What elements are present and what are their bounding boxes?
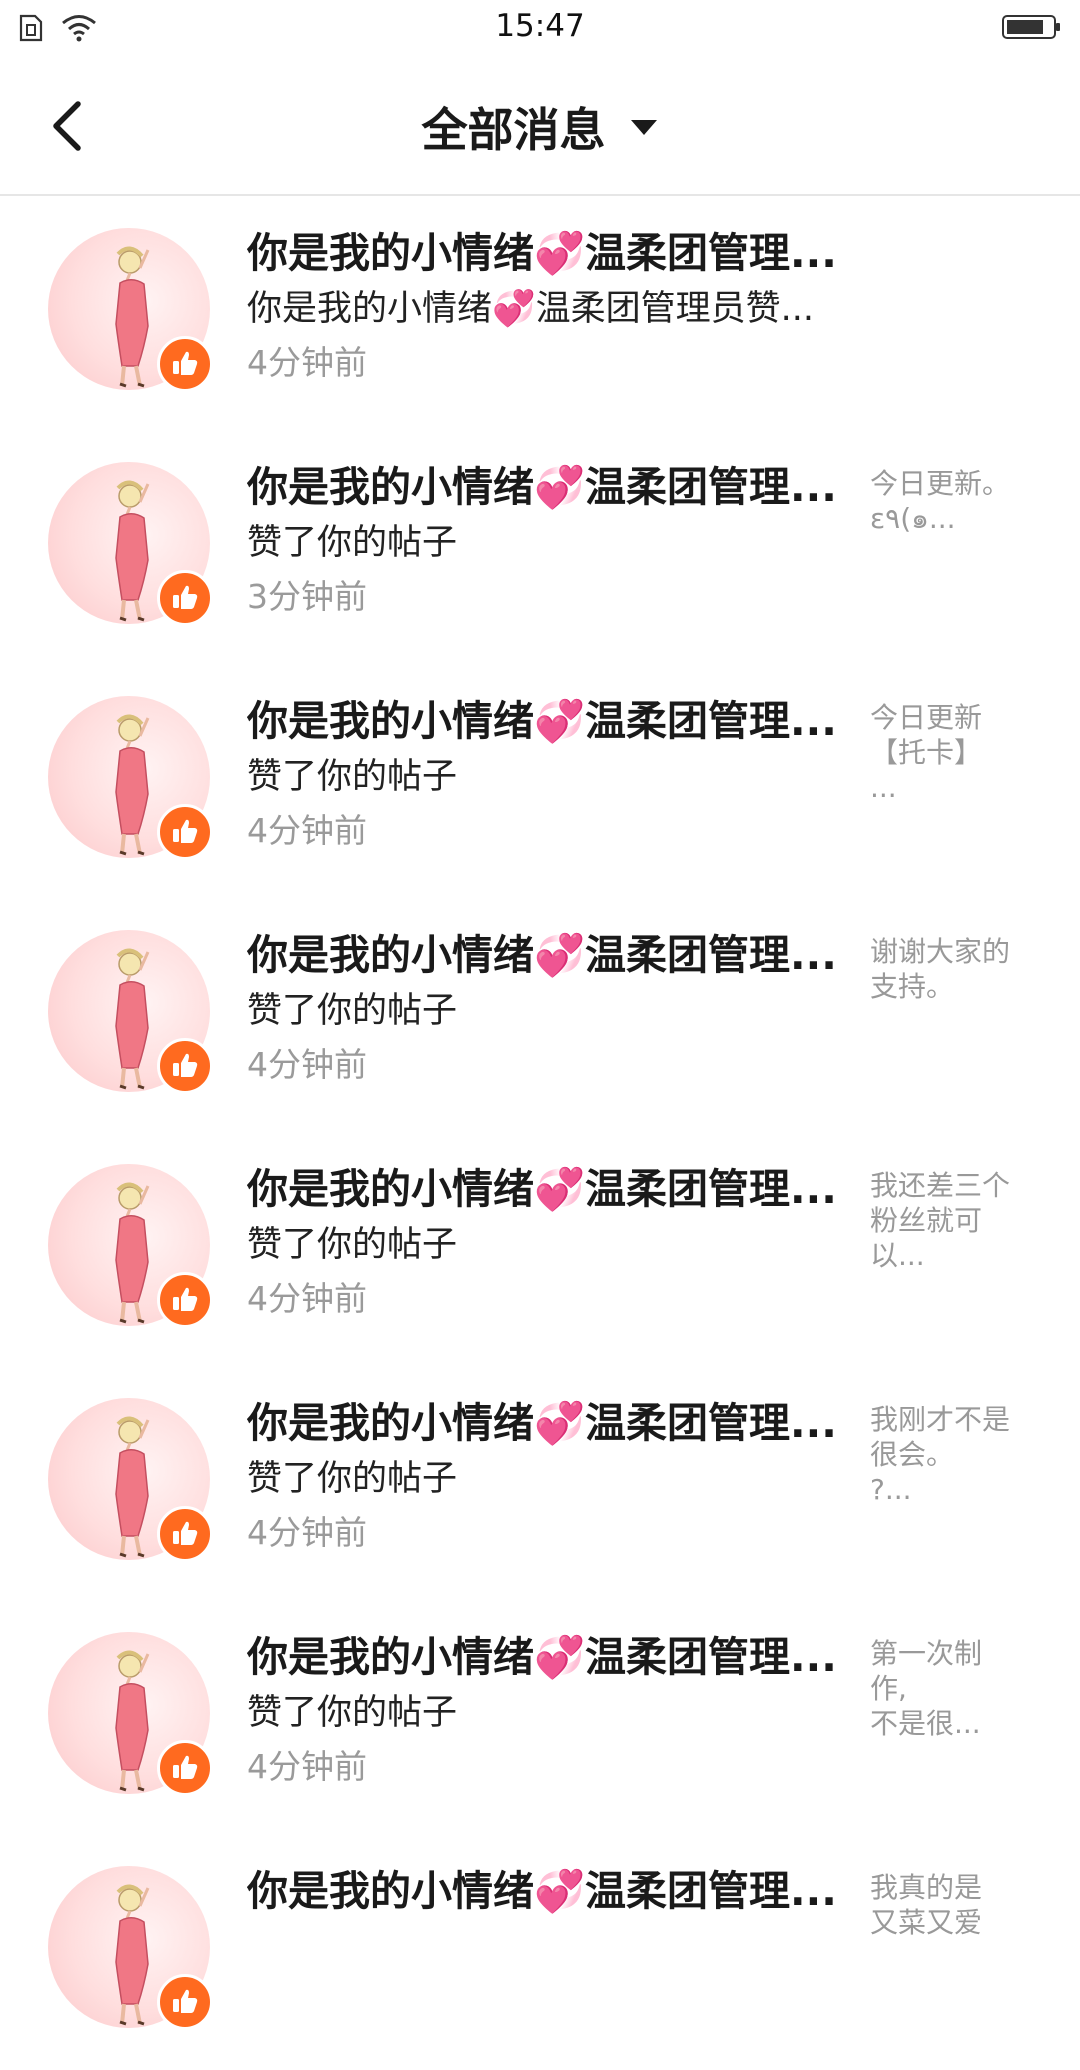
message-title: 你是我的小情绪💞温柔团管理...: [247, 1867, 837, 1915]
thumbs-up-icon: [157, 570, 213, 626]
title-dropdown[interactable]: 全部消息: [0, 94, 1080, 160]
message-subtitle: 赞了你的帖子: [247, 757, 458, 797]
thumbs-up-icon: [157, 804, 213, 860]
message-subtitle: 赞了你的帖子: [247, 1225, 458, 1265]
message-title: 你是我的小情绪💞温柔团管理...: [247, 931, 837, 979]
list-item[interactable]: 你是我的小情绪💞温柔团管理... 你是我的小情绪💞温柔团管理员赞... 4分钟前: [0, 198, 1080, 432]
message-list: 你是我的小情绪💞温柔团管理... 你是我的小情绪💞温柔团管理员赞... 4分钟前…: [0, 198, 1080, 2070]
message-time: 4分钟前: [247, 1045, 367, 1084]
message-time: 4分钟前: [247, 1513, 367, 1552]
list-item[interactable]: 你是我的小情绪💞温柔团管理... 赞了你的帖子 4分钟前 今日更新 【托卡】 .…: [0, 666, 1080, 900]
message-time: 4分钟前: [247, 1279, 367, 1318]
battery-icon: [1002, 15, 1060, 39]
message-time: 4分钟前: [247, 811, 367, 850]
message-time: 4分钟前: [247, 1747, 367, 1786]
list-item[interactable]: 你是我的小情绪💞温柔团管理... 赞了你的帖子 4分钟前 我还差三个 粉丝就可 …: [0, 1134, 1080, 1368]
message-title: 你是我的小情绪💞温柔团管理...: [247, 1399, 837, 1447]
message-title: 你是我的小情绪💞温柔团管理...: [247, 229, 837, 277]
list-item[interactable]: 你是我的小情绪💞温柔团管理... 赞了你的帖子 4分钟前 第一次制 作, 不是很…: [0, 1602, 1080, 1836]
list-item[interactable]: 你是我的小情绪💞温柔团管理... 赞了你的帖子 4分钟前 我刚才不是 很会。 ?…: [0, 1368, 1080, 1602]
message-subtitle: 赞了你的帖子: [247, 523, 458, 563]
status-time: 15:47: [495, 8, 585, 44]
nav-bar: 全部消息: [0, 56, 1080, 196]
message-title: 你是我的小情绪💞温柔团管理...: [247, 1165, 837, 1213]
thumbs-up-icon: [157, 336, 213, 392]
thumbs-up-icon: [157, 1974, 213, 2030]
post-preview[interactable]: 今日更新。 ε٩(๑...: [870, 466, 1040, 536]
message-subtitle: 赞了你的帖子: [247, 1459, 458, 1499]
message-title: 你是我的小情绪💞温柔团管理...: [247, 697, 837, 745]
message-title: 你是我的小情绪💞温柔团管理...: [247, 1633, 837, 1681]
list-item[interactable]: 你是我的小情绪💞温柔团管理... 赞了你的帖子 4分钟前 谢谢大家的 支持。: [0, 900, 1080, 1134]
thumbs-up-icon: [157, 1272, 213, 1328]
post-preview[interactable]: 我还差三个 粉丝就可 以...: [870, 1168, 1040, 1273]
thumbs-up-icon: [157, 1740, 213, 1796]
thumbs-up-icon: [157, 1506, 213, 1562]
post-preview[interactable]: 谢谢大家的 支持。: [870, 934, 1040, 1004]
message-time: 4分钟前: [247, 343, 367, 382]
message-subtitle: 赞了你的帖子: [247, 991, 458, 1031]
thumbs-up-icon: [157, 1038, 213, 1094]
list-item[interactable]: 你是我的小情绪💞温柔团管理... 我真的是 又菜又爱: [0, 1836, 1080, 2070]
post-preview[interactable]: 我刚才不是 很会。 ?...: [870, 1402, 1040, 1507]
post-preview[interactable]: 我真的是 又菜又爱: [870, 1870, 1040, 1940]
page-title: 全部消息: [421, 103, 606, 157]
caret-down-icon: [630, 120, 657, 135]
list-item[interactable]: 你是我的小情绪💞温柔团管理... 赞了你的帖子 3分钟前 今日更新。 ε٩(๑.…: [0, 432, 1080, 666]
post-preview[interactable]: 今日更新 【托卡】 ...: [870, 700, 1040, 805]
message-subtitle: 赞了你的帖子: [247, 1693, 458, 1733]
message-title: 你是我的小情绪💞温柔团管理...: [247, 463, 837, 511]
message-subtitle: 你是我的小情绪💞温柔团管理员赞...: [247, 289, 814, 329]
message-time: 3分钟前: [247, 577, 367, 616]
status-bar: 15:47: [0, 0, 1080, 56]
post-preview[interactable]: 第一次制 作, 不是很...: [870, 1636, 1040, 1741]
